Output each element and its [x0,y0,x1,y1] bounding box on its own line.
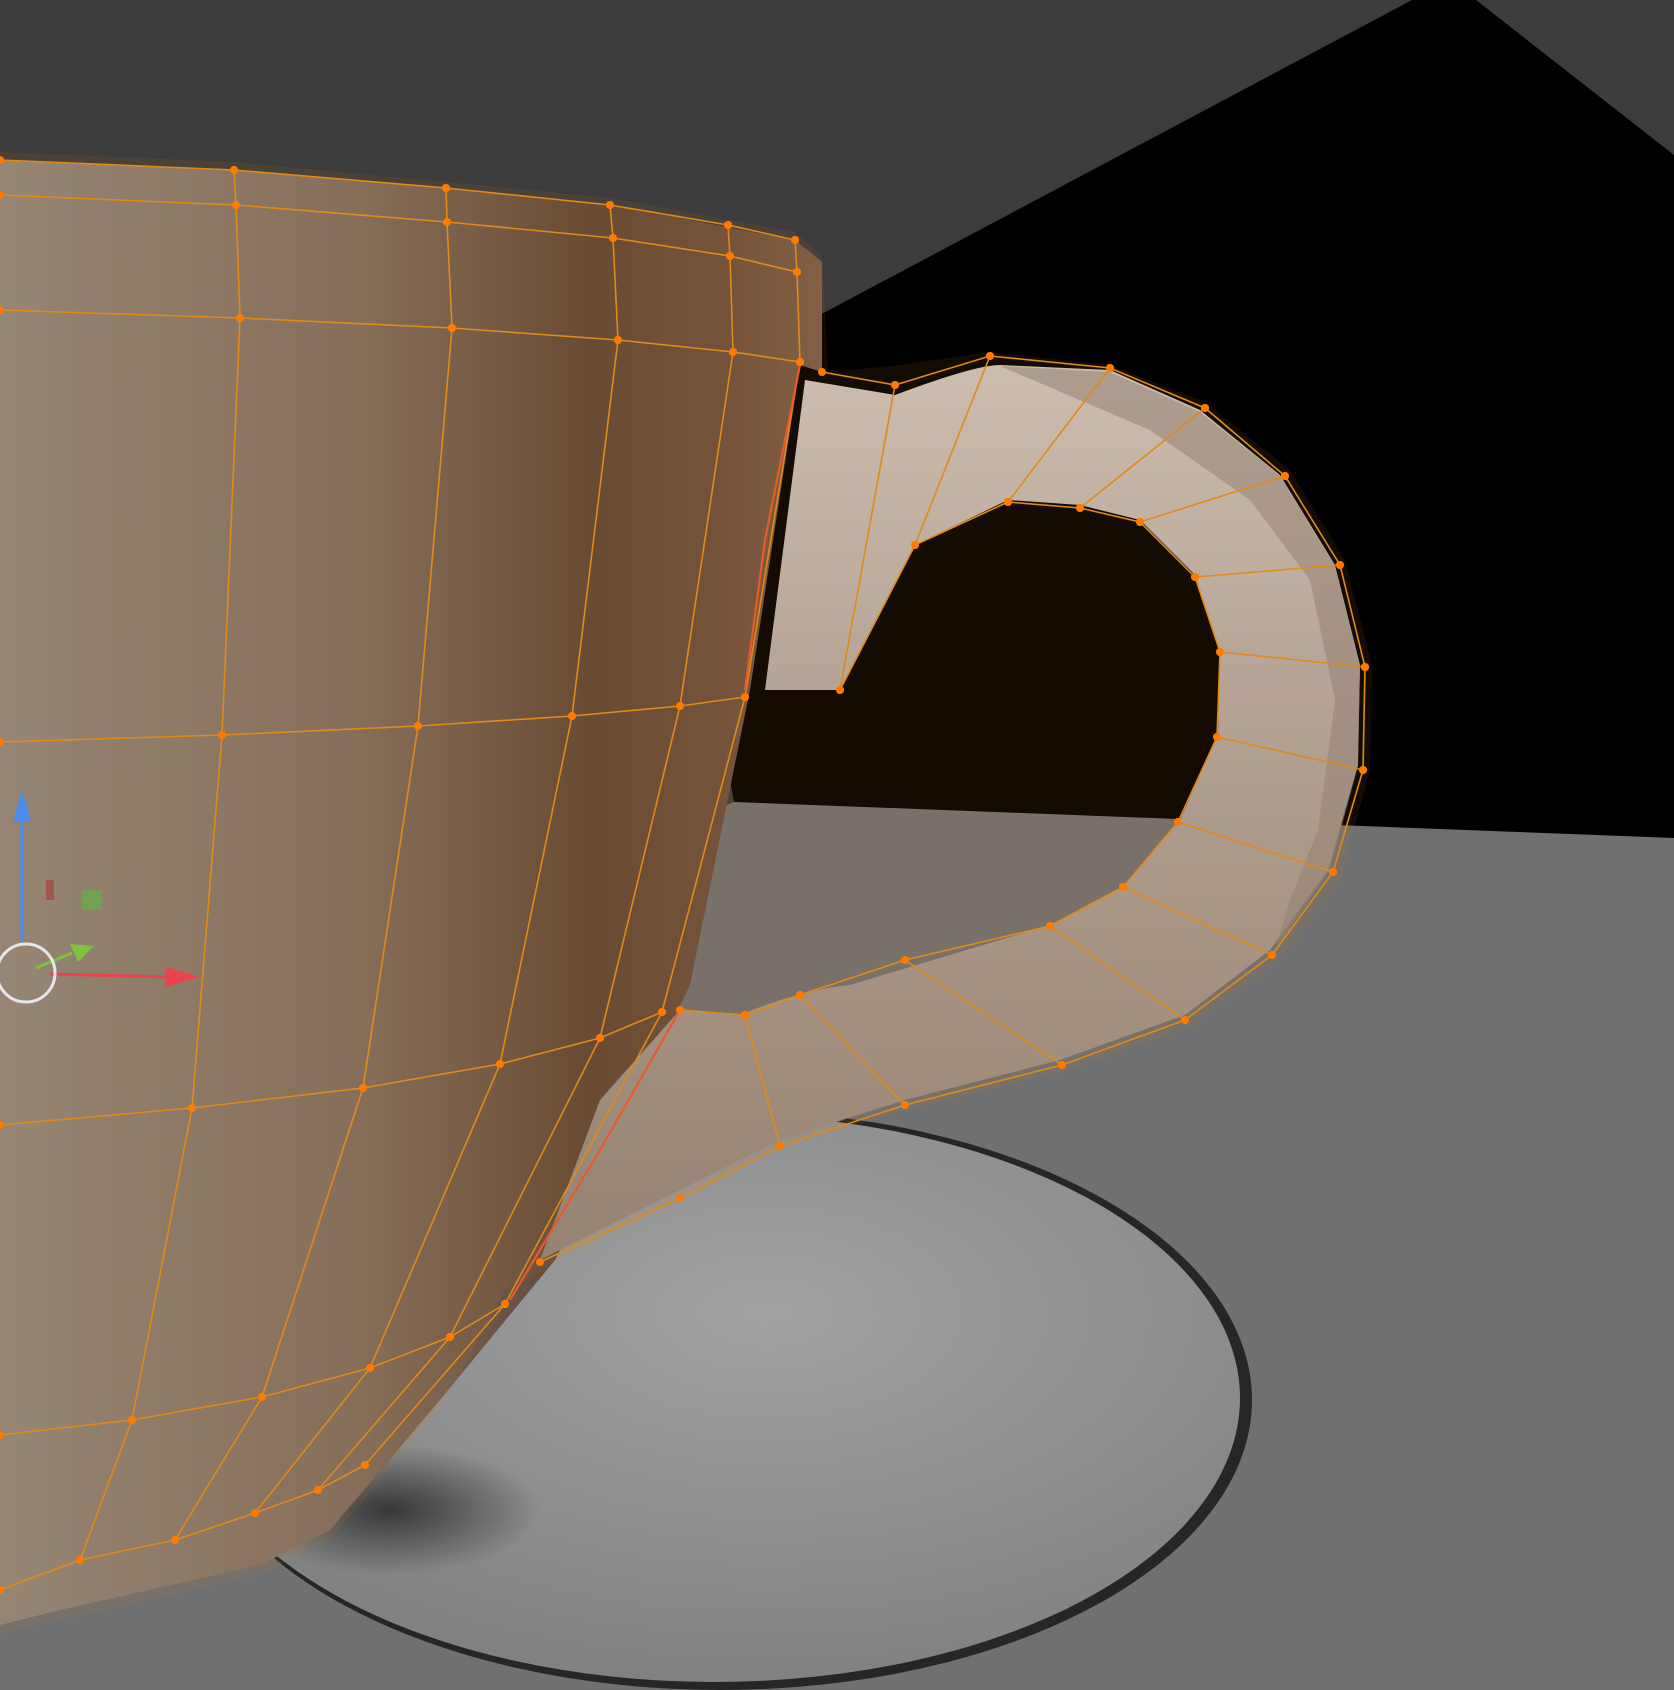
mesh-vertex[interactable] [1359,766,1367,774]
xz-plane-handle[interactable] [46,880,54,900]
mesh-vertex[interactable] [791,236,799,244]
viewport-scene[interactable] [0,0,1674,1690]
mesh-vertex[interactable] [251,1509,259,1517]
mesh-vertex[interactable] [901,1101,909,1109]
mesh-vertex[interactable] [1213,733,1221,741]
mesh-vertex[interactable] [724,221,732,229]
mesh-vertex[interactable] [443,218,451,226]
mesh-vertex[interactable] [1329,868,1337,876]
mesh-vertex[interactable] [818,368,826,376]
mesh-vertex[interactable] [1076,504,1084,512]
mesh-vertex[interactable] [366,1364,374,1372]
mesh-vertex[interactable] [676,702,684,710]
mesh-vertex[interactable] [1058,1061,1066,1069]
yz-plane-handle[interactable] [82,890,102,910]
mesh-vertex[interactable] [796,991,804,999]
mesh-vertex[interactable] [676,1006,684,1014]
mesh-vertex[interactable] [218,731,226,739]
mesh-vertex[interactable] [1136,518,1144,526]
mesh-vertex[interactable] [1336,561,1344,569]
mesh-vertex[interactable] [606,201,614,209]
mesh-vertex[interactable] [501,1300,509,1308]
mesh-vertex[interactable] [1174,818,1182,826]
mesh-vertex[interactable] [726,252,734,260]
mesh-vertex[interactable] [414,722,422,730]
mesh-vertex[interactable] [1046,922,1054,930]
mesh-vertex[interactable] [911,541,919,549]
mesh-vertex[interactable] [1268,951,1276,959]
mesh-vertex[interactable] [658,1008,666,1016]
mesh-vertex[interactable] [448,324,456,332]
mesh-vertex[interactable] [891,381,899,389]
mesh-vertex[interactable] [171,1536,179,1544]
mesh-vertex[interactable] [1361,663,1369,671]
mesh-vertex[interactable] [1191,573,1199,581]
mesh-vertex[interactable] [776,1142,784,1150]
mesh-vertex[interactable] [1281,472,1289,480]
mesh-vertex[interactable] [836,686,844,694]
mesh-vertex[interactable] [258,1393,266,1401]
mesh-vertex[interactable] [986,352,994,360]
mesh-vertex[interactable] [188,1104,196,1112]
mesh-vertex[interactable] [676,1194,684,1202]
mesh-vertex[interactable] [236,314,244,322]
mesh-vertex[interactable] [446,1333,454,1341]
mesh-vertex[interactable] [1181,1016,1189,1024]
mesh-vertex[interactable] [442,184,450,192]
mesh-vertex[interactable] [741,693,749,701]
mesh-vertex[interactable] [609,234,617,242]
mesh-vertex[interactable] [536,1258,544,1266]
mesh-vertex[interactable] [361,1461,369,1469]
mesh-vertex[interactable] [314,1486,322,1494]
mesh-vertex[interactable] [1106,364,1114,372]
mesh-vertex[interactable] [359,1084,367,1092]
mesh-vertex[interactable] [796,358,804,366]
mesh-vertex[interactable] [1201,404,1209,412]
mesh-vertex[interactable] [1004,498,1012,506]
mesh-vertex[interactable] [76,1556,84,1564]
mesh-vertex[interactable] [614,336,622,344]
mesh-vertex[interactable] [1216,648,1224,656]
mesh-vertex[interactable] [128,1416,136,1424]
mesh-vertex[interactable] [901,956,909,964]
mesh-vertex[interactable] [232,201,240,209]
mesh-vertex[interactable] [230,166,238,174]
mesh-vertex[interactable] [568,712,576,720]
mesh-vertex[interactable] [496,1060,504,1068]
mesh-vertex[interactable] [729,348,737,356]
mesh-vertex[interactable] [741,1011,749,1019]
mesh-vertex[interactable] [1119,883,1127,891]
3d-viewport[interactable] [0,0,1674,1690]
mesh-vertex[interactable] [596,1034,604,1042]
mesh-vertex[interactable] [793,268,801,276]
